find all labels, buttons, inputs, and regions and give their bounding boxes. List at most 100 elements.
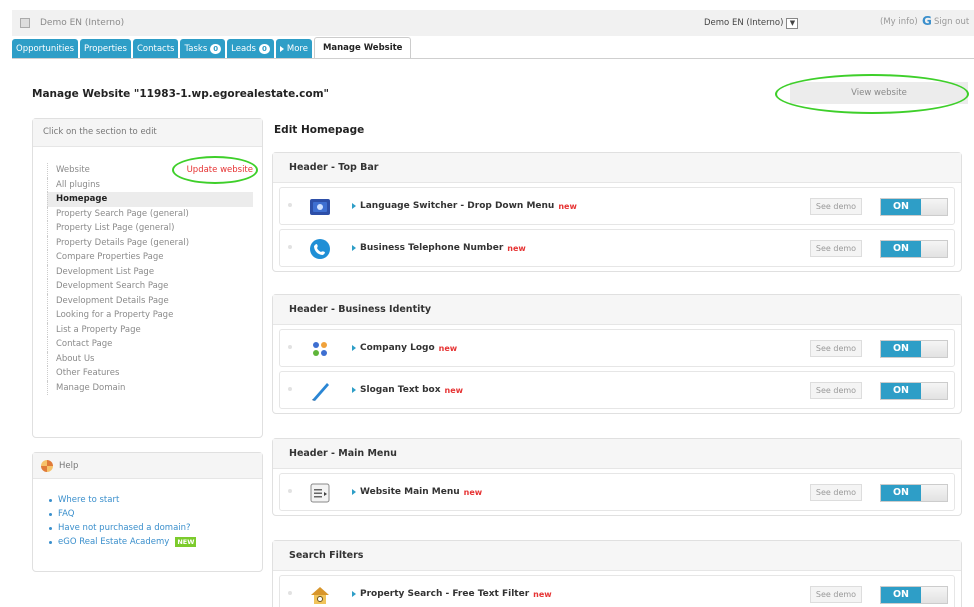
help-link-domain[interactable]: Have not purchased a domain?: [49, 521, 196, 535]
section-item-property-search[interactable]: Property Search Page (general): [47, 206, 253, 221]
toggle-on-label: ON: [881, 199, 921, 215]
section-item-label: Property Search Page (general): [56, 208, 189, 219]
plugin-toggle[interactable]: ON: [880, 382, 948, 400]
sign-out-link[interactable]: Sign out: [934, 17, 969, 27]
caret-right-icon: [352, 245, 356, 251]
tab-tasks[interactable]: Tasks 0: [180, 39, 226, 58]
section-item-contact[interactable]: Contact Page: [47, 337, 253, 352]
tab-label: Contacts: [136, 43, 175, 54]
tab-more[interactable]: More: [275, 39, 312, 58]
section-heading: Header - Main Menu: [273, 439, 961, 469]
plugin-row: Language Switcher - Drop Down Menu new Se…: [279, 187, 955, 225]
sections-panel-heading: Click on the section to edit: [33, 119, 262, 147]
tab-contacts[interactable]: Contacts: [132, 39, 179, 58]
new-badge: NEW: [175, 537, 197, 547]
section-item-label: Property Details Page (general): [56, 237, 190, 248]
section-item-other-features[interactable]: Other Features: [47, 366, 253, 381]
caret-right-icon: [352, 203, 356, 209]
plugin-toggle[interactable]: ON: [880, 198, 948, 216]
plugin-row: Website Main Menu new See demo ON: [279, 473, 955, 511]
tab-opportunities[interactable]: Opportunities: [12, 39, 78, 58]
section-item-looking-for-property[interactable]: Looking for a Property Page: [47, 308, 253, 323]
section-item-manage-domain[interactable]: Manage Domain: [47, 380, 253, 395]
drag-handle-icon[interactable]: [288, 203, 292, 207]
new-tag: new: [558, 201, 577, 211]
caret-right-icon: [352, 345, 356, 351]
drag-handle-icon[interactable]: [288, 591, 292, 595]
account-select[interactable]: Demo EN (Interno) ▼: [704, 16, 799, 30]
new-tag: new: [444, 385, 464, 395]
caret-right-icon: [279, 45, 284, 52]
help-link-where-to-start[interactable]: Where to start: [49, 493, 196, 507]
section-item-property-list[interactable]: Property List Page (general): [47, 221, 253, 236]
section-item-development-list[interactable]: Development List Page: [47, 264, 253, 279]
plugin-name-label: Property Search - Free Text Filter: [360, 589, 530, 599]
see-demo-button[interactable]: See demo: [810, 586, 862, 603]
section-item-label: Other Features: [56, 368, 120, 379]
tab-count-badge: 0: [210, 43, 222, 54]
drag-handle-icon[interactable]: [288, 345, 292, 349]
top-bar: Demo EN (Interno) Demo EN (Interno) ▼ (M…: [12, 10, 974, 36]
user-g-icon: G: [922, 14, 932, 28]
new-tag: new: [533, 589, 552, 599]
help-heading-label: Help: [59, 460, 79, 471]
bullet-icon: [49, 526, 52, 530]
caret-right-icon: [352, 489, 356, 495]
plugin-toggle[interactable]: ON: [880, 240, 948, 258]
section-header-business-identity: Header - Business Identity Company Logo n…: [272, 294, 962, 414]
section-item-compare-properties[interactable]: Compare Properties Page: [47, 250, 253, 265]
plugin-name[interactable]: Slogan Text box new: [352, 385, 463, 395]
plugin-toggle[interactable]: ON: [880, 484, 948, 502]
section-search-filters: Search Filters Property Search - Free Te…: [272, 540, 962, 607]
plugin-name[interactable]: Company Logo new: [352, 343, 457, 353]
drag-handle-icon[interactable]: [288, 245, 292, 249]
section-item-label: About Us: [56, 353, 95, 364]
section-heading: Header - Business Identity: [273, 295, 961, 325]
new-tag: new: [463, 487, 483, 497]
section-item-about-us[interactable]: About Us: [47, 351, 253, 366]
plugin-name-label: Slogan Text box: [360, 385, 441, 395]
bullet-icon: [49, 512, 52, 516]
see-demo-button[interactable]: See demo: [810, 340, 862, 357]
help-link-academy[interactable]: eGO Real Estate Academy NEW: [49, 535, 197, 549]
section-item-label: Development Search Page: [56, 281, 169, 292]
section-item-label: Homepage: [56, 194, 108, 205]
section-item-label: Compare Properties Page: [56, 252, 164, 263]
plugin-toggle[interactable]: ON: [880, 340, 948, 358]
tab-manage-website[interactable]: Manage Website: [313, 37, 412, 58]
drag-handle-icon[interactable]: [288, 387, 292, 391]
see-demo-button[interactable]: See demo: [810, 382, 862, 399]
section-item-label: Contact Page: [56, 339, 113, 350]
section-item-development-details[interactable]: Development Details Page: [47, 293, 253, 308]
help-link-faq[interactable]: FAQ: [49, 507, 196, 521]
plugin-name[interactable]: Website Main Menu new: [352, 487, 482, 497]
tab-leads[interactable]: Leads 0: [227, 39, 274, 58]
section-item-homepage[interactable]: Homepage: [47, 192, 253, 207]
help-link-label: eGO Real Estate Academy: [58, 537, 170, 547]
see-demo-button[interactable]: See demo: [810, 484, 862, 501]
page-title: Manage Website "11983-1.wp.egorealestate…: [32, 88, 330, 100]
see-demo-button[interactable]: See demo: [810, 240, 862, 257]
section-item-development-search[interactable]: Development Search Page: [47, 279, 253, 294]
section-header-top-bar: Header - Top Bar Language Switcher - Dro…: [272, 152, 962, 272]
plugin-name[interactable]: Language Switcher - Drop Down Menu new: [352, 201, 577, 211]
menu-icon: [310, 483, 330, 503]
my-info-link[interactable]: (My info): [880, 17, 918, 27]
section-item-list-a-property[interactable]: List a Property Page: [47, 322, 253, 337]
plugin-toggle[interactable]: ON: [880, 586, 948, 604]
plugin-name[interactable]: Business Telephone Number new: [352, 243, 526, 253]
section-item-label: Website: [56, 165, 90, 176]
section-item-label: Development List Page: [56, 266, 155, 277]
tab-label: Manage Website: [322, 43, 403, 53]
main-tabs: Opportunities Properties Contacts Tasks 0…: [12, 37, 412, 58]
tab-divider: [12, 58, 974, 59]
section-item-property-details[interactable]: Property Details Page (general): [47, 235, 253, 250]
see-demo-button[interactable]: See demo: [810, 198, 862, 215]
drag-handle-icon[interactable]: [288, 489, 292, 493]
section-item-label: Property List Page (general): [56, 223, 175, 234]
toggle-on-label: ON: [881, 341, 921, 357]
chevron-down-icon[interactable]: ▼: [786, 17, 799, 29]
edit-homepage-title: Edit Homepage: [274, 124, 365, 136]
plugin-name[interactable]: Property Search - Free Text Filter new: [352, 589, 552, 599]
tab-properties[interactable]: Properties: [80, 39, 131, 58]
